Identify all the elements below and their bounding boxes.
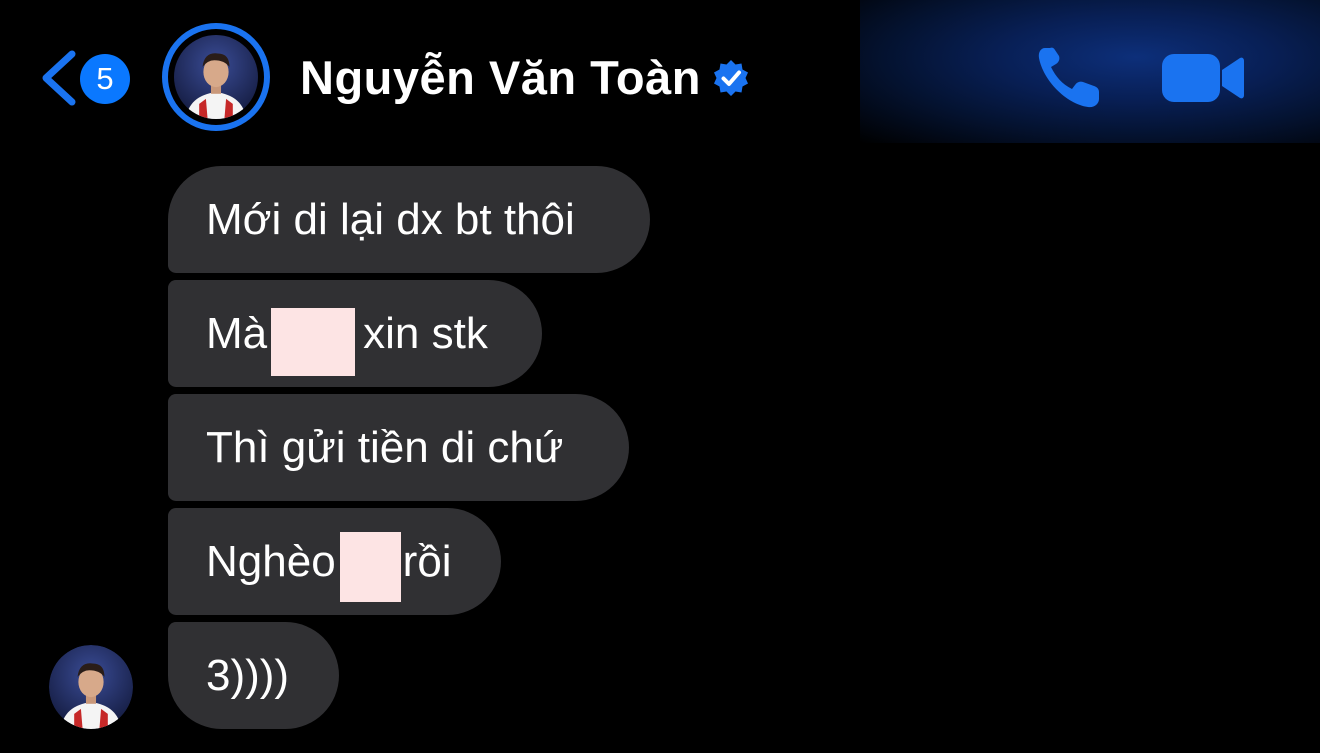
message-bubble-2[interactable]: Mà xin stk [168, 280, 542, 387]
contact-name[interactable]: Nguyễn Văn Toàn [300, 50, 701, 105]
verified-badge-icon [714, 60, 748, 96]
message-bubble-4[interactable]: Nghèo rồi [168, 508, 501, 615]
message-text: 3)))) [206, 651, 290, 700]
back-chevron-icon [42, 50, 76, 106]
message-text: Mới di lại dx bt thôi [206, 195, 575, 244]
sender-avatar[interactable] [49, 645, 133, 729]
message-text-before: Nghèo [206, 537, 336, 586]
phone-icon[interactable] [1036, 44, 1106, 110]
message-text: Thì gửi tiền di chứ [206, 423, 564, 472]
message-bubble-1[interactable]: Mới di lại dx bt thôi [168, 166, 650, 273]
back-button[interactable]: 5 [36, 44, 136, 108]
video-camera-icon[interactable] [1160, 50, 1246, 106]
message-text-after: rồi [402, 537, 452, 586]
redaction-box [271, 308, 356, 376]
message-bubble-5[interactable]: 3)))) [168, 622, 339, 729]
contact-avatar[interactable] [162, 23, 270, 131]
message-text-before: Mà [206, 309, 268, 358]
avatar-image [174, 35, 258, 119]
redaction-box [339, 532, 401, 602]
message-bubble-3[interactable]: Thì gửi tiền di chứ [168, 394, 629, 501]
avatar-image [49, 645, 133, 729]
message-text-after: xin stk [363, 309, 488, 358]
unread-count-badge: 5 [80, 54, 130, 104]
